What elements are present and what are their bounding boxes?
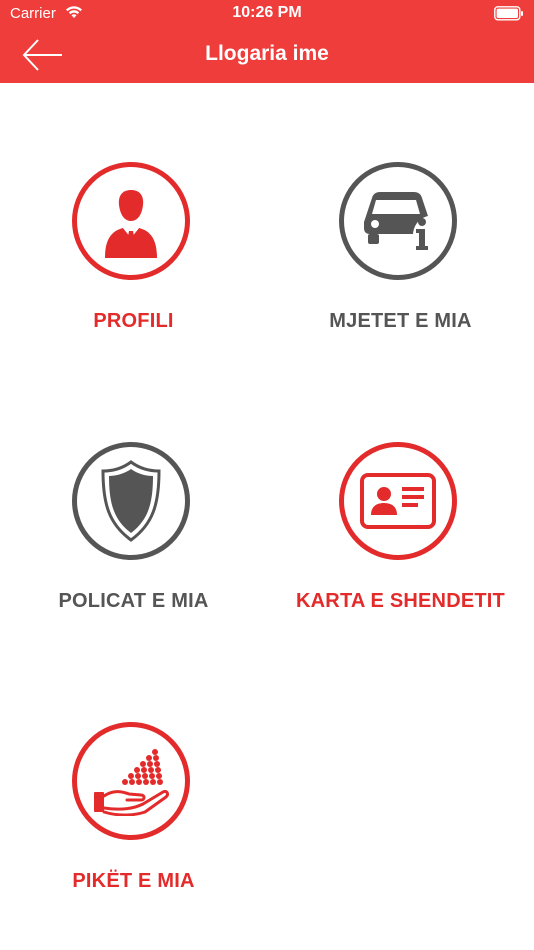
menu-item-karta-e-shendetit[interactable]: KARTA E SHENDETIT bbox=[267, 442, 534, 642]
menu-label-policat-e-mia: POLICAT E MIA bbox=[58, 590, 209, 612]
navigation-bar: Llogaria ime bbox=[0, 28, 534, 83]
policat-icon-circle bbox=[72, 442, 190, 560]
app-header: Carrier 10:26 PM Llogaria ime bbox=[0, 0, 534, 83]
menu-item-profili[interactable]: PROFILI bbox=[0, 162, 267, 362]
menu-label-mjetet-e-mia: MJETET E MIA bbox=[329, 310, 472, 332]
menu-item-piket-e-mia[interactable]: PIKËT E MIA bbox=[0, 722, 267, 922]
karta-icon-circle bbox=[339, 442, 457, 560]
page-title: Llogaria ime bbox=[205, 42, 329, 65]
hand-points-icon bbox=[94, 749, 169, 816]
menu-item-mjetet-e-mia[interactable]: MJETET E MIA bbox=[267, 162, 534, 362]
status-time: 10:26 PM bbox=[232, 4, 302, 21]
menu-label-piket-e-mia: PIKËT E MIA bbox=[72, 870, 195, 892]
id-card-icon bbox=[360, 473, 436, 529]
car-info-icon bbox=[364, 192, 428, 250]
status-bar: Carrier 10:26 PM bbox=[0, 0, 534, 28]
profili-icon-circle bbox=[72, 162, 190, 280]
mjetet-icon-circle bbox=[339, 162, 457, 280]
battery-icon bbox=[494, 6, 523, 21]
menu-item-policat-e-mia[interactable]: POLICAT E MIA bbox=[0, 442, 267, 642]
shield-icon bbox=[101, 460, 161, 542]
menu-label-karta-e-shendetit: KARTA E SHENDETIT bbox=[296, 590, 505, 612]
piket-icon-circle bbox=[72, 722, 190, 840]
menu-label-profili: PROFILI bbox=[93, 310, 174, 332]
person-icon bbox=[105, 190, 157, 258]
